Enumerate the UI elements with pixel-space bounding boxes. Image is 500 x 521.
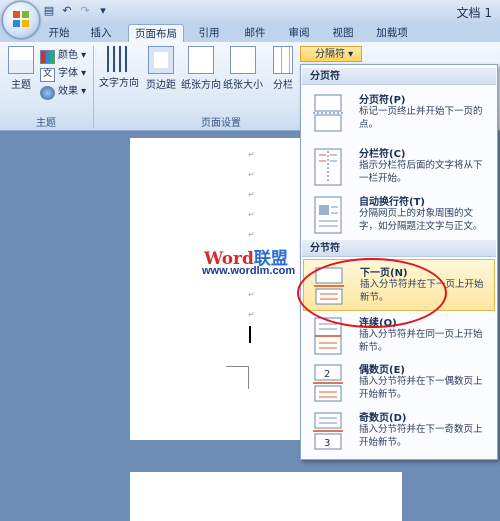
office-button[interactable] <box>2 1 40 39</box>
tab-references[interactable]: 引用 <box>192 24 226 42</box>
margins-icon <box>148 46 174 74</box>
paragraph-mark: ↵ <box>248 310 255 319</box>
ribbon-tabs: 开始 插入 页面布局 引用 邮件 审阅 视图 加载项 <box>0 22 500 44</box>
text-cursor <box>249 326 251 343</box>
fonts-label: 字体 <box>58 68 78 79</box>
menu-item-title: 自动换行符(T) <box>359 197 425 208</box>
redo-icon[interactable]: ↷ <box>78 4 92 18</box>
menu-item-desc: 分隔网页上的对象周围的文字，如分隔题注文字与正文。 <box>359 208 483 232</box>
tab-add-ins[interactable]: 加载项 <box>370 24 414 42</box>
menu-item-title: 奇数页(D) <box>359 413 407 424</box>
colors-icon <box>40 50 55 64</box>
orientation-label: 纸张方向 <box>181 80 221 91</box>
breaks-button[interactable]: 分隔符 ▾ <box>300 46 362 62</box>
paragraph-mark: ↵ <box>248 290 255 299</box>
columns-button[interactable]: 分栏 <box>268 46 298 91</box>
paragraph-mark: ↵ <box>248 170 255 179</box>
menu-item-title: 分页符(P) <box>359 95 406 106</box>
tab-review[interactable]: 审阅 <box>282 24 316 42</box>
margins-label: 页边距 <box>146 80 176 91</box>
watermark-url: www.wordlm.com <box>202 265 296 277</box>
menu-item-desc: 插入分节符并在下一奇数页上开始新节。 <box>359 424 483 448</box>
menu-item-desc: 标记一页终止并开始下一页的点。 <box>359 106 483 130</box>
tab-page-layout[interactable]: 页面布局 <box>128 24 184 44</box>
paragraph-mark: ↵ <box>248 150 255 159</box>
tab-view[interactable]: 视图 <box>326 24 360 42</box>
even-page-badge: 2 <box>324 369 330 380</box>
text-wrapping-break-icon <box>314 196 342 234</box>
save-icon[interactable]: ▤ <box>42 4 56 18</box>
orientation-icon <box>188 46 214 74</box>
even-page-break-icon: 2 <box>313 364 343 402</box>
section-header-page-breaks: 分页符 <box>302 68 496 85</box>
menu-item-desc: 插入分节符并在同一页上开始新节。 <box>359 329 483 353</box>
quick-access-toolbar: ▤ ↶ ↷ ▾ <box>42 3 110 19</box>
text-direction-label: 文字方向 <box>99 78 139 89</box>
section-header-section-breaks: 分节符 <box>302 240 496 257</box>
paragraph-mark: ↵ <box>248 210 255 219</box>
orientation-button[interactable]: 纸张方向 <box>180 46 222 91</box>
highlight-ellipse <box>297 258 447 328</box>
tab-mailings[interactable]: 邮件 <box>238 24 272 42</box>
page-corner-mark <box>226 366 249 389</box>
size-label: 纸张大小 <box>223 80 263 91</box>
fonts-icon: 文 <box>40 68 55 82</box>
columns-label: 分栏 <box>273 80 293 91</box>
margins-button[interactable]: 页边距 <box>140 46 182 91</box>
menu-item-text-wrapping-break[interactable]: 自动换行符(T) 分隔网页上的对象周围的文字，如分隔题注文字与正文。 <box>303 189 495 241</box>
page-break-icon <box>313 94 343 132</box>
tab-home[interactable]: 开始 <box>42 24 76 42</box>
undo-icon[interactable]: ↶ <box>60 4 74 18</box>
customize-icon[interactable]: ▾ <box>96 4 110 18</box>
effects-icon <box>40 86 55 100</box>
group-separator <box>93 46 94 128</box>
themes-button[interactable]: 主题 <box>4 46 38 91</box>
columns-icon <box>273 46 293 74</box>
menu-item-title: 偶数页(E) <box>359 365 405 376</box>
colors-label: 颜色 <box>58 50 78 61</box>
breaks-label: 分隔符 <box>315 49 345 60</box>
odd-page-break-icon: 3 <box>313 412 343 450</box>
tab-insert[interactable]: 插入 <box>84 24 118 42</box>
paragraph-mark: ↵ <box>248 190 255 199</box>
column-break-icon <box>314 148 342 186</box>
office-logo-icon <box>13 11 29 27</box>
themes-icon <box>8 46 34 74</box>
colors-button[interactable]: 颜色 ▾ <box>40 48 86 64</box>
menu-item-column-break[interactable]: 分栏符(C) 指示分栏符后面的文字将从下一栏开始。 <box>303 141 495 193</box>
themes-group-label: 主题 <box>36 118 56 129</box>
odd-page-badge: 3 <box>324 438 330 449</box>
menu-item-desc: 指示分栏符后面的文字将从下一栏开始。 <box>359 160 483 184</box>
paragraph-mark: ↵ <box>248 230 255 239</box>
fonts-button[interactable]: 文 字体 ▾ <box>40 66 86 82</box>
effects-button[interactable]: 效果 ▾ <box>40 84 86 100</box>
themes-label: 主题 <box>11 80 31 91</box>
menu-item-odd-page[interactable]: 3 奇数页(D) 插入分节符并在下一奇数页上开始新节。 <box>303 405 495 457</box>
document-page-next[interactable] <box>130 472 402 521</box>
size-icon <box>230 46 256 74</box>
text-direction-button[interactable]: 文字方向 <box>98 46 140 89</box>
effects-label: 效果 <box>58 86 78 97</box>
menu-item-even-page[interactable]: 2 偶数页(E) 插入分节符并在下一偶数页上开始新节。 <box>303 357 495 409</box>
menu-item-page-break[interactable]: 分页符(P) 标记一页终止并开始下一页的点。 <box>303 87 495 139</box>
menu-item-desc: 插入分节符并在下一偶数页上开始新节。 <box>359 376 483 400</box>
menu-item-title: 分栏符(C) <box>359 149 406 160</box>
text-direction-icon <box>107 46 131 72</box>
window-title: 文档 1 <box>456 6 492 20</box>
size-button[interactable]: 纸张大小 <box>222 46 264 91</box>
